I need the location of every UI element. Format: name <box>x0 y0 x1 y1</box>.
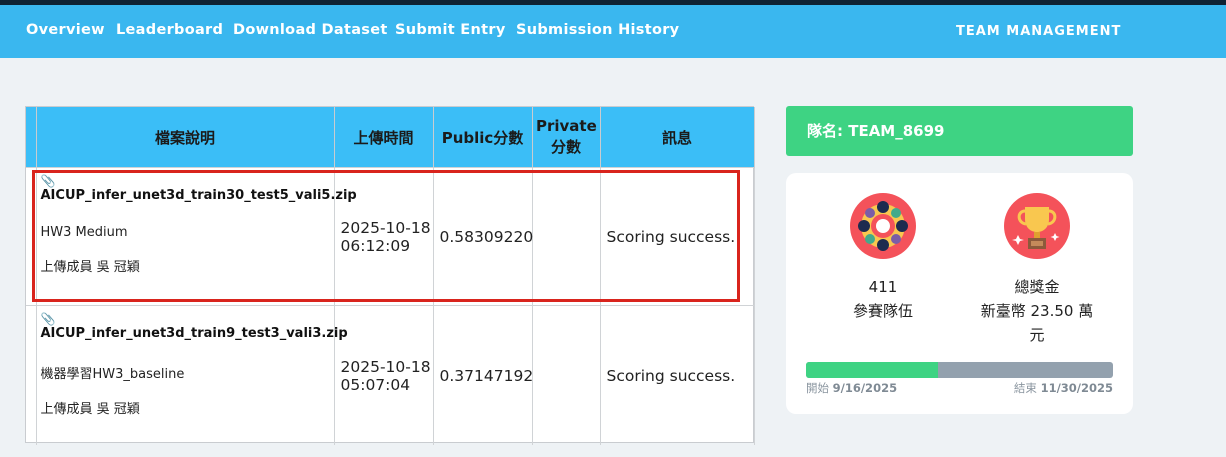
upload-date: 2025-10-18 <box>340 357 431 376</box>
nav-team-management[interactable]: TEAM MANAGEMENT <box>956 24 1121 39</box>
start-label: 開始 <box>806 381 829 395</box>
paperclip-icon: 📎 <box>40 312 56 326</box>
file-cell: 📎 AICUP_infer_unet3d_train9_test3_vali3.… <box>36 305 348 445</box>
header-file: 檔案說明 <box>36 107 335 168</box>
nav-overview[interactable]: Overview <box>26 22 105 38</box>
table-row: 📎 AICUP_infer_unet3d_train30_test5_vali5… <box>26 167 755 306</box>
paperclip-icon: 📎 <box>40 174 56 188</box>
timeline-progress-fill <box>806 362 938 378</box>
table-row: 📎 AICUP_infer_unet3d_train9_test3_vali3.… <box>26 305 755 445</box>
table-header-row: 檔案說明 上傳時間 Public分數 Private 分數 訊息 <box>26 107 755 168</box>
teams-stat: 411 參賽隊伍 <box>830 275 936 323</box>
upload-time: 06:12:09 <box>340 236 411 255</box>
end-date: 11/30/2025 <box>1040 381 1113 395</box>
upload-date: 2025-10-18 <box>340 218 431 237</box>
header-private-score-text: Private 分數 <box>536 117 597 156</box>
file-name[interactable]: AICUP_infer_unet3d_train30_test5_vali5.z… <box>41 188 357 203</box>
teams-count: 411 <box>868 278 898 296</box>
private-score <box>532 305 601 445</box>
top-navbar: Overview Leaderboard Download Dataset Su… <box>0 5 1226 58</box>
upload-time-cell: 2025-10-18 05:07:04 <box>334 305 434 445</box>
row-gutter <box>26 167 37 306</box>
message: Scoring success. <box>600 305 755 445</box>
submission-table: 檔案說明 上傳時間 Public分數 Private 分數 訊息 📎 AICUP… <box>25 106 755 445</box>
private-score <box>532 167 601 306</box>
public-score: 0.37147192 <box>433 305 533 445</box>
header-private-score: Private 分數 <box>532 107 601 168</box>
file-cell: 📎 AICUP_infer_unet3d_train30_test5_vali5… <box>36 167 357 306</box>
stats-card: 411 參賽隊伍 總獎金 新臺幣 23.50 萬 元 開始 9/16/2025 … <box>786 173 1133 414</box>
nav-download-dataset[interactable]: Download Dataset <box>233 22 388 38</box>
header-message: 訊息 <box>600 107 755 168</box>
file-description: 機器學習HW3_baseline <box>40 367 185 382</box>
end-label: 結束 <box>1013 381 1037 395</box>
header-gutter <box>26 107 37 168</box>
message: Scoring success. <box>600 167 755 306</box>
start-date: 9/16/2025 <box>832 381 898 395</box>
nav-submit-entry[interactable]: Submit Entry <box>395 22 506 38</box>
uploader: 上傳成員 吳 冠穎 <box>40 402 140 417</box>
prize-title: 總獎金 <box>1014 278 1060 296</box>
nav-submission-history[interactable]: Submission History <box>516 22 679 38</box>
header-public-score: Public分數 <box>433 107 533 168</box>
row-gutter <box>26 305 37 445</box>
team-name-badge: 隊名: TEAM_8699 <box>786 106 1133 156</box>
teams-icon <box>850 193 916 259</box>
upload-time: 05:07:04 <box>340 375 411 394</box>
public-score: 0.58309220 <box>433 167 533 306</box>
prize-stat: 總獎金 新臺幣 23.50 萬 元 <box>972 275 1102 347</box>
file-description: HW3 Medium <box>40 225 128 240</box>
start-date-label: 開始 9/16/2025 <box>806 380 897 396</box>
file-name[interactable]: AICUP_infer_unet3d_train9_test3_vali3.zi… <box>41 326 348 341</box>
timeline-progress-bar <box>806 362 1113 378</box>
header-upload-time: 上傳時間 <box>334 107 434 168</box>
trophy-icon <box>1004 193 1070 259</box>
prize-unit: 元 <box>1029 326 1045 344</box>
nav-leaderboard[interactable]: Leaderboard <box>116 22 223 38</box>
prize-amount: 新臺幣 23.50 萬 <box>980 302 1094 320</box>
uploader: 上傳成員 吳 冠穎 <box>40 260 140 275</box>
teams-label: 參賽隊伍 <box>852 302 913 320</box>
end-date-label: 結束 11/30/2025 <box>1014 380 1113 396</box>
